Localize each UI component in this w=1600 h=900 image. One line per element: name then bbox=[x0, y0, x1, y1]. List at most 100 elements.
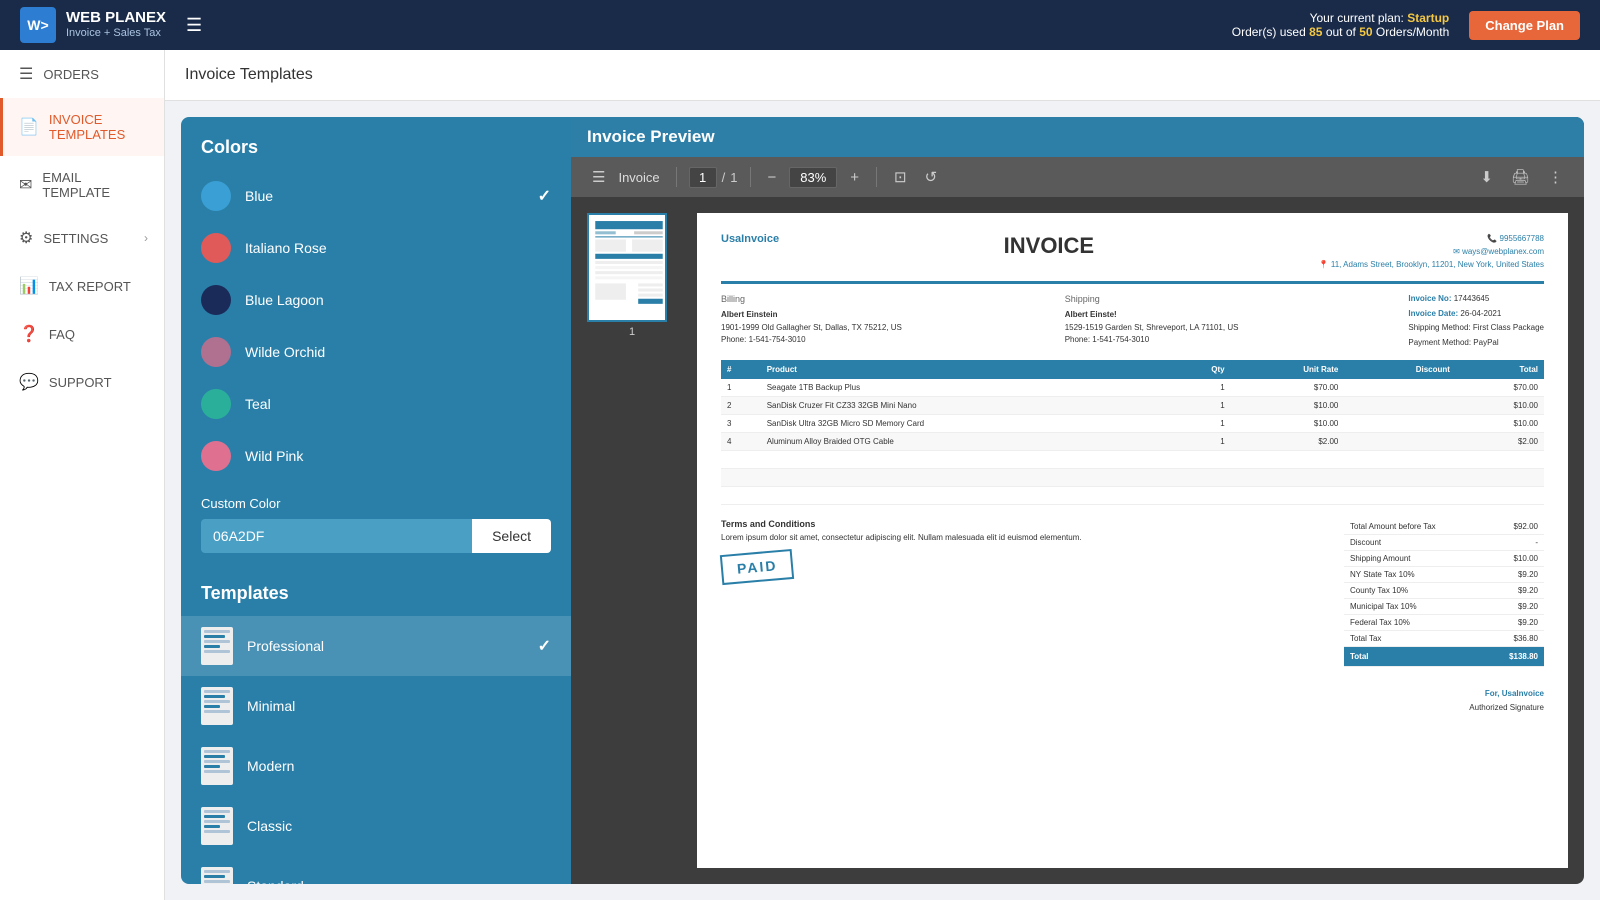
color-swatch-wilde-orchid bbox=[201, 337, 231, 367]
col-total: Total bbox=[1456, 360, 1544, 379]
color-item-italiano-rose[interactable]: Italiano Rose bbox=[181, 222, 571, 274]
total-final-row: Total$138.80 bbox=[1344, 647, 1544, 667]
col-num: # bbox=[721, 360, 761, 379]
header-right: Your current plan: Startup Order(s) used… bbox=[1232, 11, 1580, 40]
col-unit-rate: Unit Rate bbox=[1231, 360, 1345, 379]
color-item-blue-lagoon[interactable]: Blue Lagoon bbox=[181, 274, 571, 326]
color-item-blue[interactable]: Blue ✓ bbox=[181, 170, 571, 222]
color-item-wild-pink[interactable]: Wild Pink bbox=[181, 430, 571, 482]
invoice-contact: 📞 9955667788 ✉ ways@webplanex.com 📍 11, … bbox=[1319, 233, 1544, 271]
main-content: Colors Blue ✓ Italiano Rose Blue Lagoon bbox=[165, 101, 1600, 900]
sidebar-item-invoice-templates[interactable]: 📄 INVOICE TEMPLATES bbox=[0, 98, 164, 156]
empty-table-row bbox=[721, 486, 1544, 504]
table-row: 1 Seagate 1TB Backup Plus 1 $70.00 $70.0… bbox=[721, 379, 1544, 397]
sidebar-toggle-button[interactable]: ☰ bbox=[587, 165, 610, 189]
page-number-input[interactable] bbox=[689, 167, 717, 188]
color-item-wilde-orchid[interactable]: Wilde Orchid bbox=[181, 326, 571, 378]
toolbar-separator-2 bbox=[750, 167, 751, 187]
color-swatch-teal bbox=[201, 389, 231, 419]
rotate-button[interactable]: ↺ bbox=[920, 165, 943, 189]
invoice-title: INVOICE bbox=[1004, 233, 1094, 259]
template-item-professional[interactable]: Professional ✓ bbox=[181, 616, 571, 676]
invoice-addresses: Billing Albert Einstein 1901-1999 Old Ga… bbox=[721, 292, 1388, 350]
color-item-teal[interactable]: Teal bbox=[181, 378, 571, 430]
template-item-classic[interactable]: Classic bbox=[181, 796, 571, 856]
main-layout: ☰ ORDERS 📄 INVOICE TEMPLATES ✉ EMAIL TEM… bbox=[0, 50, 1600, 900]
template-thumb-modern bbox=[201, 747, 233, 785]
total-row: Total Amount before Tax$92.00 bbox=[1344, 519, 1544, 535]
invoice-details: Invoice No: 17443645 Invoice Date: 26-04… bbox=[1408, 292, 1544, 350]
total-row: County Tax 10%$9.20 bbox=[1344, 583, 1544, 599]
template-thumb-professional bbox=[201, 627, 233, 665]
change-plan-button[interactable]: Change Plan bbox=[1469, 11, 1580, 40]
template-item-minimal[interactable]: Minimal bbox=[181, 676, 571, 736]
invoice-info-row: Billing Albert Einstein 1901-1999 Old Ga… bbox=[721, 292, 1544, 350]
sidebar-item-tax-report[interactable]: 📊 TAX REPORT bbox=[0, 262, 164, 310]
table-row: 4 Aluminum Alloy Braided OTG Cable 1 $2.… bbox=[721, 432, 1544, 450]
email-icon: ✉ bbox=[19, 175, 32, 195]
zoom-input[interactable] bbox=[789, 167, 837, 188]
download-button[interactable]: ⬇ bbox=[1475, 165, 1498, 189]
select-color-button[interactable]: Select bbox=[472, 519, 551, 553]
preview-title: Invoice Preview bbox=[587, 127, 715, 147]
total-row: NY State Tax 10%$9.20 bbox=[1344, 567, 1544, 583]
zoom-in-button[interactable]: + bbox=[845, 166, 864, 189]
sidebar-item-faq[interactable]: ❓ FAQ bbox=[0, 310, 164, 358]
template-item-standard[interactable]: Standard bbox=[181, 856, 571, 884]
table-row: 3 SanDisk Ultra 32GB Micro SD Memory Car… bbox=[721, 414, 1544, 432]
hamburger-menu-icon[interactable]: ☰ bbox=[186, 15, 202, 36]
more-options-button[interactable]: ⋮ bbox=[1543, 165, 1568, 189]
print-button[interactable]: 🖨 bbox=[1506, 165, 1535, 189]
logo-icon: W> bbox=[20, 7, 56, 43]
invoice-left-bottom: Terms and Conditions Lorem ipsum dolor s… bbox=[721, 519, 1324, 667]
template-thumb-minimal bbox=[201, 687, 233, 725]
colors-title: Colors bbox=[181, 117, 571, 170]
pdf-thumbnail-1[interactable] bbox=[587, 213, 667, 322]
total-row: Total Tax$36.80 bbox=[1344, 631, 1544, 647]
total-row: Discount- bbox=[1344, 535, 1544, 551]
right-panel: Invoice Preview ☰ Invoice / 1 − + bbox=[571, 117, 1584, 884]
plan-info: Your current plan: Startup Order(s) used… bbox=[1232, 11, 1450, 39]
template-thumb-classic bbox=[201, 807, 233, 845]
custom-color-input-row: Select bbox=[201, 519, 551, 553]
pdf-content: 1 UsaInvoice INVOICE 📞 9955667788 ✉ ways… bbox=[571, 197, 1584, 884]
invoice-header: UsaInvoice INVOICE 📞 9955667788 ✉ ways@w… bbox=[721, 233, 1544, 271]
logo-area: W> WEB PLANEX Invoice + Sales Tax ☰ bbox=[20, 7, 202, 43]
invoice-company: UsaInvoice bbox=[721, 233, 779, 245]
color-swatch-italiano-rose bbox=[201, 233, 231, 263]
sidebar: ☰ ORDERS 📄 INVOICE TEMPLATES ✉ EMAIL TEM… bbox=[0, 50, 165, 900]
selected-check-icon: ✓ bbox=[538, 186, 551, 206]
tax-report-icon: 📊 bbox=[19, 276, 39, 296]
thumbnail-svg bbox=[593, 219, 665, 311]
invoice-totals: Total Amount before Tax$92.00Discount-Sh… bbox=[1344, 519, 1544, 667]
zoom-out-button[interactable]: − bbox=[763, 166, 782, 189]
shipping-address: Shipping Albert Einste! 1529-1519 Garden… bbox=[1065, 292, 1389, 350]
invoice-terms: Terms and Conditions Lorem ipsum dolor s… bbox=[721, 519, 1324, 542]
content-area: Invoice Templates Colors Blue ✓ Italiano… bbox=[165, 50, 1600, 900]
table-header-row: # Product Qty Unit Rate Discount Total bbox=[721, 360, 1544, 379]
paid-stamp: PAID bbox=[720, 549, 795, 585]
template-selected-check-icon: ✓ bbox=[538, 636, 551, 656]
custom-color-input[interactable] bbox=[201, 519, 472, 553]
custom-color-label: Custom Color bbox=[201, 496, 551, 511]
invoice-templates-icon: 📄 bbox=[19, 117, 39, 137]
sidebar-item-settings[interactable]: ⚙ SETTINGS › bbox=[0, 214, 164, 262]
col-qty: Qty bbox=[1169, 360, 1230, 379]
templates-title: Templates bbox=[181, 567, 571, 616]
total-row: Federal Tax 10%$9.20 bbox=[1344, 615, 1544, 631]
toolbar-separator-3 bbox=[876, 167, 877, 187]
empty-table-row bbox=[721, 450, 1544, 468]
invoice-footer: For, UsaInvoice Authorized Signature bbox=[721, 687, 1544, 716]
thumbnail-number: 1 bbox=[587, 326, 677, 338]
sidebar-item-email-template[interactable]: ✉ EMAIL TEMPLATE bbox=[0, 156, 164, 214]
sidebar-item-orders[interactable]: ☰ ORDERS bbox=[0, 50, 164, 98]
pdf-toolbar: ☰ Invoice / 1 − + ⊡ ↺ ⬇ bbox=[571, 157, 1584, 197]
preview-header: Invoice Preview bbox=[571, 117, 1584, 157]
template-item-modern[interactable]: Modern bbox=[181, 736, 571, 796]
invoice-bottom: Terms and Conditions Lorem ipsum dolor s… bbox=[721, 519, 1544, 667]
toolbar-separator bbox=[676, 167, 677, 187]
fit-page-button[interactable]: ⊡ bbox=[889, 165, 912, 189]
invoice-table: # Product Qty Unit Rate Discount Total 1 bbox=[721, 360, 1544, 505]
chevron-right-icon: › bbox=[144, 231, 148, 245]
sidebar-item-support[interactable]: 💬 SUPPORT bbox=[0, 358, 164, 406]
